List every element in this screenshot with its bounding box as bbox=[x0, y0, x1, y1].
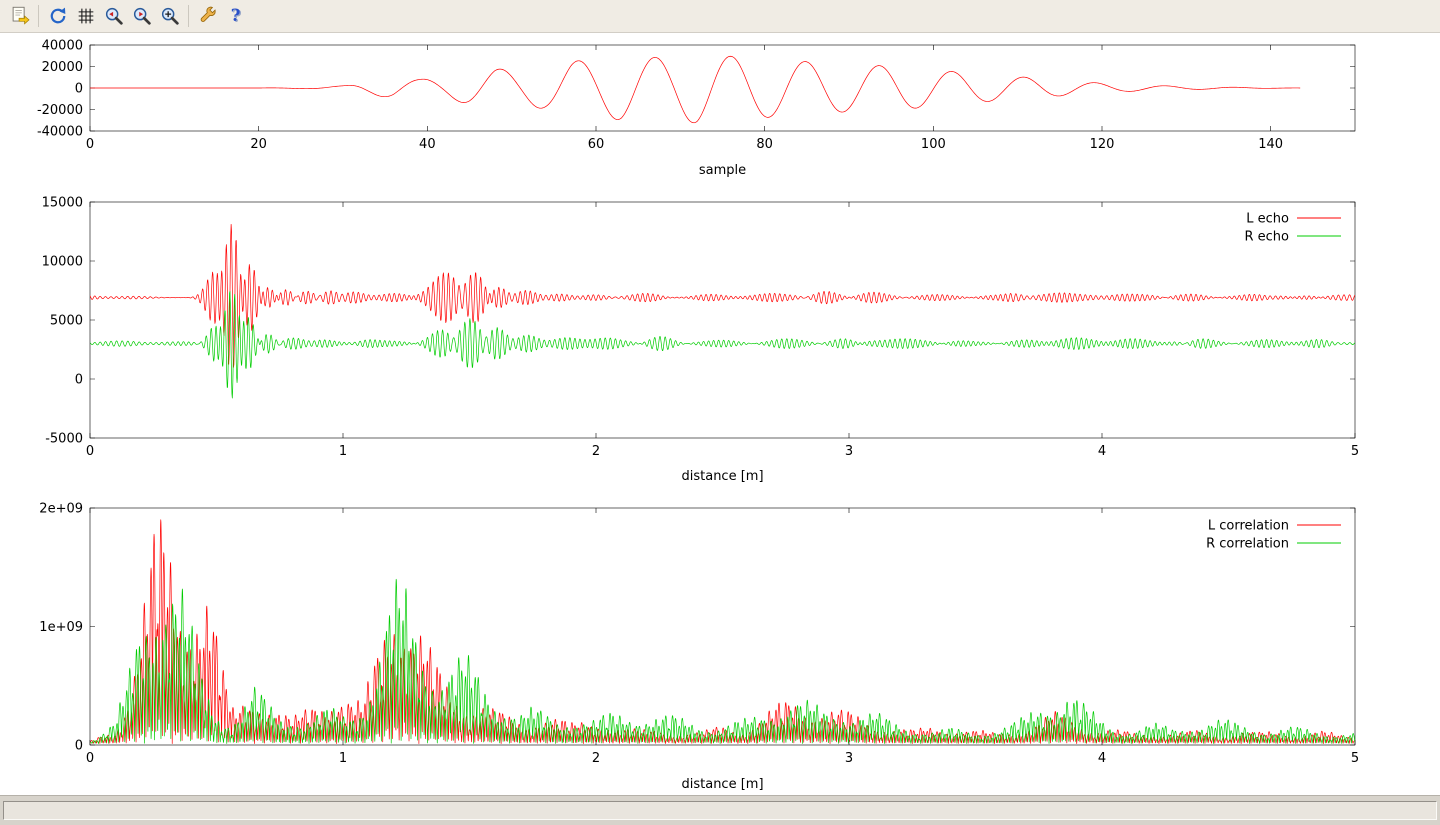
configure-icon bbox=[197, 5, 219, 27]
status-bar bbox=[0, 795, 1440, 825]
autoscale-icon bbox=[159, 5, 181, 27]
zoom-previous-button[interactable] bbox=[100, 3, 127, 30]
copy-to-clipboard-icon bbox=[9, 5, 31, 27]
zoom-previous-icon bbox=[103, 5, 125, 27]
help-button[interactable]: ? ? bbox=[222, 3, 249, 30]
replot-icon bbox=[47, 5, 69, 27]
toolbar-separator bbox=[188, 5, 189, 27]
svg-text:?: ? bbox=[230, 6, 240, 25]
toolbar: ? ? bbox=[0, 0, 1440, 33]
autoscale-button[interactable] bbox=[156, 3, 183, 30]
configure-button[interactable] bbox=[194, 3, 221, 30]
correlation-plot[interactable] bbox=[0, 493, 1440, 795]
zoom-next-icon bbox=[131, 5, 153, 27]
toggle-grid-button[interactable] bbox=[72, 3, 99, 30]
replot-button[interactable] bbox=[44, 3, 71, 30]
status-message bbox=[3, 801, 1437, 820]
plot-area bbox=[0, 33, 1440, 795]
echo-plot[interactable] bbox=[0, 193, 1440, 493]
grid-icon bbox=[75, 5, 97, 27]
toolbar-separator bbox=[38, 5, 39, 27]
copy-to-clipboard-button[interactable] bbox=[6, 3, 33, 30]
waveform-plot[interactable] bbox=[0, 33, 1440, 193]
zoom-next-button[interactable] bbox=[128, 3, 155, 30]
help-icon: ? ? bbox=[225, 5, 247, 27]
